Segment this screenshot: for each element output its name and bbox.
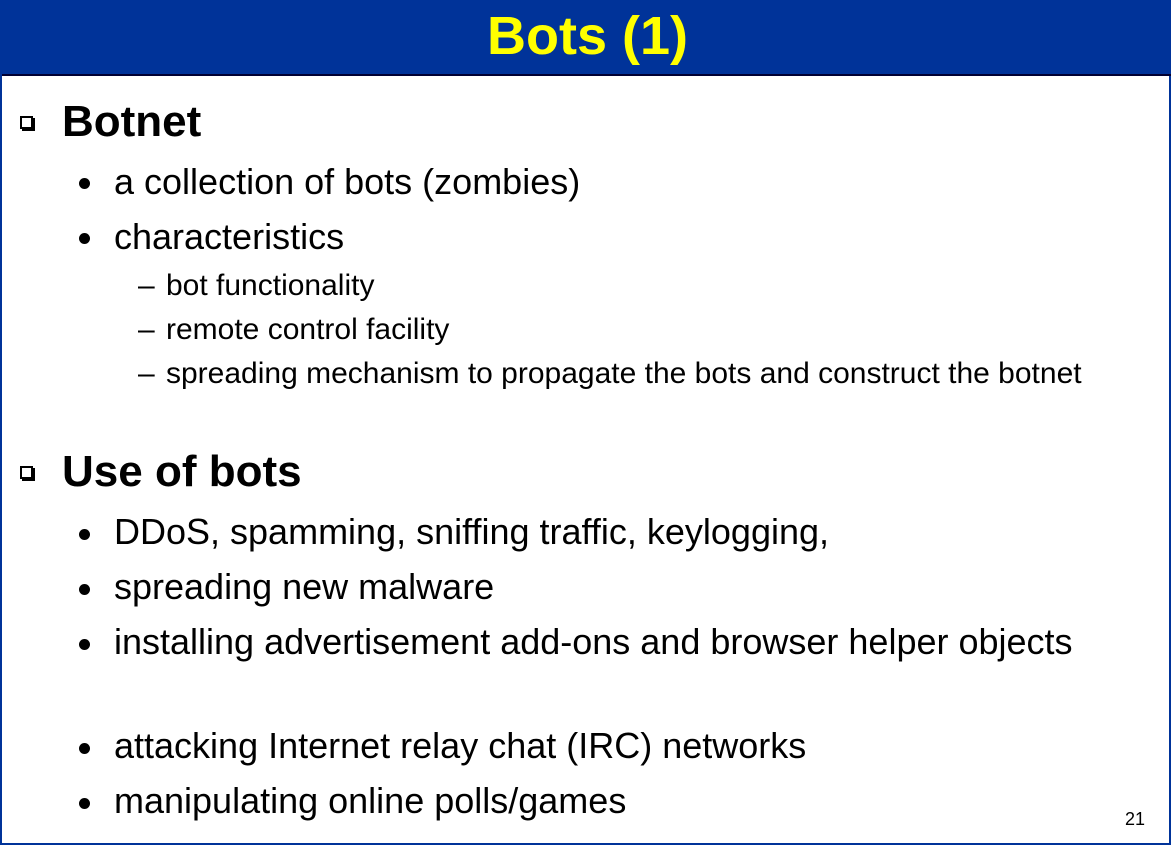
dash-icon: –: [138, 313, 155, 346]
bullet-icon: [79, 639, 90, 650]
list-item-text: characteristics: [114, 216, 345, 257]
section-heading-text: Use of bots: [62, 447, 302, 496]
square-bullet-icon: [20, 116, 33, 129]
bullet-icon: [79, 233, 90, 244]
bullet-icon: [79, 529, 90, 540]
slide-title: Bots (1): [487, 6, 688, 66]
bullet-icon: [79, 584, 90, 595]
section-heading-use-of-bots: Use of bots: [2, 444, 1171, 500]
list-item-text: DDoS, spamming, sniffing traffic, keylog…: [114, 511, 830, 552]
sub-list-item-text: spreading mechanism to propagate the bot…: [166, 357, 1082, 390]
section-heading-botnet: Botnet: [2, 94, 1171, 150]
list-item-text: installing advertisement add-ons and bro…: [114, 621, 1073, 662]
sub-list-item-text: bot functionality: [166, 269, 375, 302]
slide: Bots (1) Botnet a collection of bots (zo…: [0, 0, 1171, 845]
section-heading-text: Botnet: [62, 97, 202, 146]
page-number: 21: [1124, 809, 1145, 829]
dash-icon: –: [138, 357, 155, 390]
square-bullet-icon: [20, 466, 33, 479]
list-item-text: manipulating online polls/games: [114, 780, 627, 821]
list-item-text: attacking Internet relay chat (IRC) netw…: [114, 725, 807, 766]
title-bar: Bots (1): [2, 0, 1171, 76]
dash-icon: –: [138, 269, 155, 302]
sub-list-item-text: remote control facility: [166, 313, 450, 346]
list-item-text: a collection of bots (zombies): [114, 161, 581, 202]
bullet-icon: [79, 798, 90, 809]
list-item-text: spreading new malware: [114, 566, 495, 607]
bullet-icon: [79, 178, 90, 189]
bullet-icon: [79, 743, 90, 754]
